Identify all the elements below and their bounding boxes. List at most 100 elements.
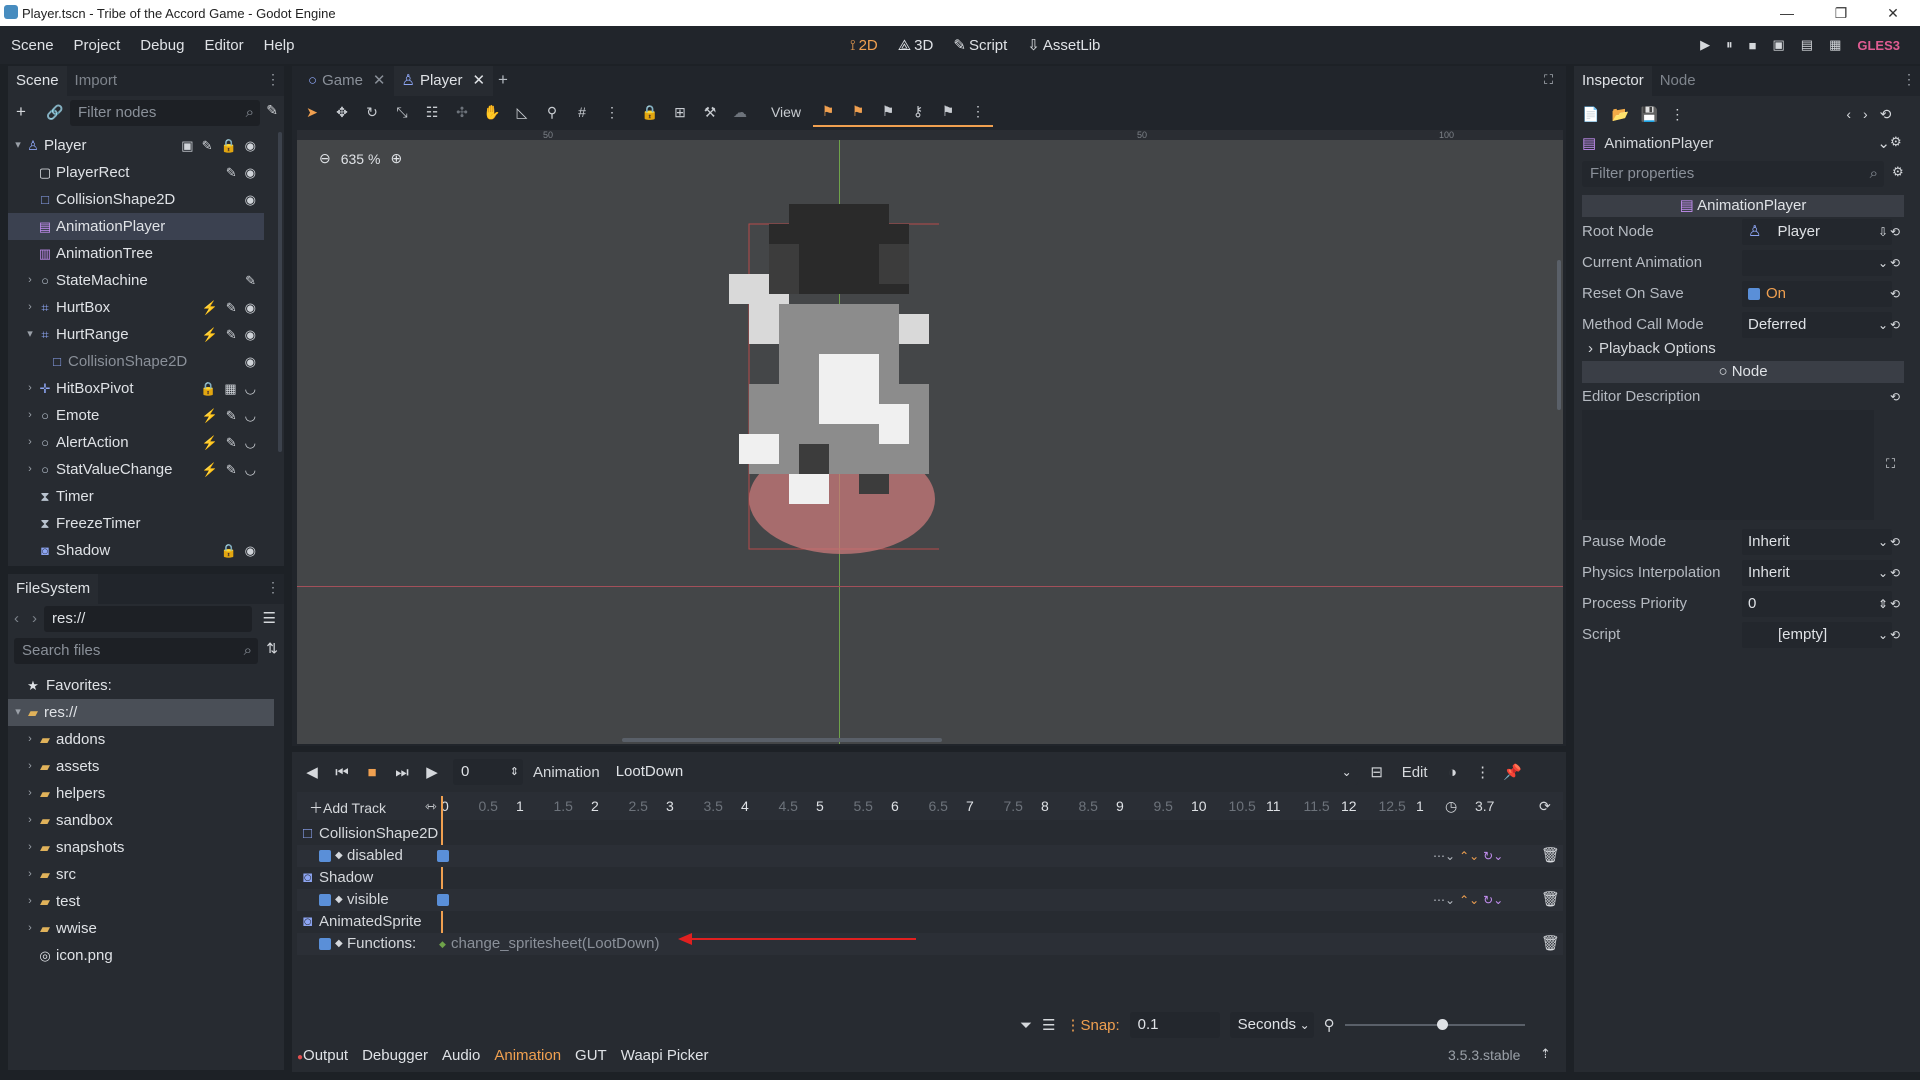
chevron-right-icon[interactable]: ›	[24, 807, 36, 834]
folder-item[interactable]: › ▰ addons	[8, 726, 274, 753]
h-scrollbar[interactable]	[622, 738, 942, 742]
maximize-button[interactable]: ❐	[1814, 0, 1868, 26]
visibility-hidden-icon[interactable]: ◡	[245, 456, 256, 483]
object-docs-icon[interactable]: ⚙	[1890, 134, 1902, 150]
delete-track-icon[interactable]: 🗑	[1541, 889, 1560, 911]
add-track-button[interactable]: ＋Add Track	[309, 798, 386, 818]
snap-toggle[interactable]: ⋮Snap:	[1065, 1016, 1119, 1034]
property-value[interactable]: [empty] ⌄	[1742, 622, 1892, 648]
distraction-free-icon[interactable]: ⛶	[1544, 72, 1553, 88]
object-selector[interactable]: ▤ AnimationPlayer ⌄	[1582, 132, 1894, 156]
folder-item[interactable]: › ▰ helpers	[8, 780, 274, 807]
script-icon[interactable]: ✎	[226, 294, 237, 321]
pause-icon[interactable]: ⏸	[1726, 37, 1733, 53]
menu-project[interactable]: Project	[64, 37, 131, 54]
smart-snap-icon[interactable]: ⚲	[537, 104, 567, 121]
scene-node-playerrect[interactable]: ▢ PlayerRect ✎ ◉	[8, 159, 264, 186]
current-time-field[interactable]: 0 ⇕	[453, 759, 523, 785]
property-value[interactable]: Inherit ⌄	[1742, 560, 1892, 586]
visibility-icon[interactable]: ◉	[245, 132, 256, 159]
chevron-right-icon[interactable]: ›	[24, 267, 36, 294]
scene-node-timer[interactable]: ⧗ Timer	[8, 483, 264, 510]
lock-icon[interactable]: 🔒	[200, 375, 216, 402]
select-tool-icon[interactable]: ➤	[297, 104, 327, 121]
interpolation-icon[interactable]: ⌃⌄	[1459, 893, 1479, 907]
scene-node-hurtrange[interactable]: ▾ ⌗ HurtRange ⚡ ✎ ◉	[8, 321, 264, 348]
delete-track-icon[interactable]: 🗑	[1541, 933, 1560, 955]
scene-node-statvaluechange[interactable]: › ○ StatValueChange ⚡ ✎ ◡	[8, 456, 264, 483]
script-icon[interactable]: ✎	[226, 402, 237, 429]
property-value[interactable]: Inherit ⌄	[1742, 529, 1892, 555]
chevron-right-icon[interactable]: ›	[24, 726, 36, 753]
update-mode-icon[interactable]: ⋯⌄	[1433, 849, 1455, 863]
key-link-icon[interactable]: ⚷	[903, 103, 933, 120]
edit-menu[interactable]: Edit	[1392, 764, 1438, 781]
track-row[interactable]: ◆ visible ⋯⌄ ⌃⌄ ↻⌄ 🗑	[297, 889, 1563, 911]
list-select-icon[interactable]: ☷	[417, 104, 447, 121]
scene-node-alertaction[interactable]: › ○ AlertAction ⚡ ✎ ◡	[8, 429, 264, 456]
track-group-collisionshape2d[interactable]: □ CollisionShape2D	[297, 823, 1563, 845]
chevron-right-icon[interactable]: ›	[24, 753, 36, 780]
chevron-down-icon[interactable]: ▾	[12, 132, 24, 159]
v-scrollbar[interactable]	[1557, 260, 1561, 410]
key-position-icon[interactable]: ⚑	[813, 103, 843, 120]
skeleton-icon[interactable]: ⚒	[695, 104, 725, 121]
dock-menu-icon[interactable]: ⋮	[266, 579, 280, 596]
track-group-animatedsprite[interactable]: ◙ AnimatedSprite	[297, 911, 1563, 933]
revert-icon[interactable]: ⟲	[1890, 589, 1900, 619]
visibility-icon[interactable]: ◉	[245, 186, 256, 213]
editor-description-textarea[interactable]	[1582, 410, 1874, 520]
chevron-right-icon[interactable]: ›	[24, 888, 36, 915]
property-value[interactable]: 0 ⇕	[1742, 591, 1892, 617]
property-value[interactable]: Deferred ⌄	[1742, 312, 1892, 338]
grid-snap-icon[interactable]: #	[567, 104, 597, 120]
keyframe-checkbox[interactable]	[437, 894, 449, 906]
scene-node-statemachine[interactable]: › ○ StateMachine ✎	[8, 267, 264, 294]
tab-node[interactable]: Node	[1652, 66, 1704, 96]
revert-icon[interactable]: ⟲	[1890, 527, 1900, 557]
stop-icon[interactable]: ■	[1749, 38, 1757, 53]
scene-node-shadow[interactable]: ◙ Shadow 🔒 ◉	[8, 537, 264, 564]
property-value[interactable]: ⌄	[1742, 250, 1892, 276]
dock-menu-icon[interactable]: ⋮	[1902, 71, 1916, 88]
scene-node-hurtbox[interactable]: › ⌗ HurtBox ⚡ ✎ ◉	[8, 294, 264, 321]
scene-node-animationtree[interactable]: ▥ AnimationTree	[8, 240, 264, 267]
insert-key-icon[interactable]: ⚑	[933, 103, 963, 120]
res-root-row[interactable]: ▾ ▰ res://	[8, 699, 274, 726]
camera-icon[interactable]: ☁	[725, 104, 755, 121]
folder-item[interactable]: › ▰ wwise	[8, 915, 274, 942]
chevron-right-icon[interactable]: ›	[24, 402, 36, 429]
chevron-right-icon[interactable]: ›	[24, 915, 36, 942]
chevron-down-icon[interactable]: ▾	[24, 321, 36, 348]
signal-icon[interactable]: ⚡	[202, 456, 218, 483]
dock-menu-icon[interactable]: ⋮	[266, 71, 280, 88]
revert-icon[interactable]: ⟲	[1890, 279, 1900, 309]
bottom-tab-debugger[interactable]: Debugger	[362, 1047, 428, 1064]
zoom-slider[interactable]	[1344, 1019, 1525, 1030]
signal-icon[interactable]: ⚡	[202, 402, 218, 429]
add-node-icon[interactable]: +	[16, 102, 26, 122]
renderer-label[interactable]: GLES3	[1857, 38, 1900, 53]
folder-item[interactable]: › ▰ assets	[8, 753, 274, 780]
key-options-icon[interactable]: ⋮	[963, 103, 993, 120]
menu-editor[interactable]: Editor	[194, 37, 253, 54]
track-enable-checkbox[interactable]	[319, 894, 331, 906]
spinner-icon[interactable]: ⇕	[1878, 591, 1888, 617]
new-resource-icon[interactable]: 📄	[1582, 106, 1599, 123]
open-resource-icon[interactable]: 📂	[1611, 106, 1628, 123]
visibility-icon[interactable]: ◉	[245, 159, 256, 186]
close-tab-icon[interactable]: ✕	[472, 72, 485, 89]
autoplay-icon[interactable]: ⊟	[1362, 763, 1392, 781]
track-view-icon[interactable]: ☰	[1042, 1016, 1055, 1034]
visibility-hidden-icon[interactable]: ◡	[245, 429, 256, 456]
timeline-zoom-icon[interactable]: ⇿	[425, 798, 437, 815]
keyframe-checkbox[interactable]	[437, 850, 449, 862]
chevron-down-icon[interactable]: ⌄	[1878, 250, 1888, 276]
file-item[interactable]: ◎ icon.png	[8, 942, 274, 969]
bottom-tab-gut[interactable]: GUT	[575, 1047, 607, 1064]
zoom-out-icon[interactable]: ⊖	[319, 150, 331, 167]
pin-icon[interactable]: 📌	[1498, 763, 1528, 781]
scene-node-player[interactable]: ▾ ♙ Player ▣ ✎ 🔒 ◉	[8, 132, 264, 159]
snap-unit-select[interactable]: Seconds ⌄	[1229, 1012, 1314, 1038]
group-icon[interactable]: ⊞	[665, 104, 695, 121]
